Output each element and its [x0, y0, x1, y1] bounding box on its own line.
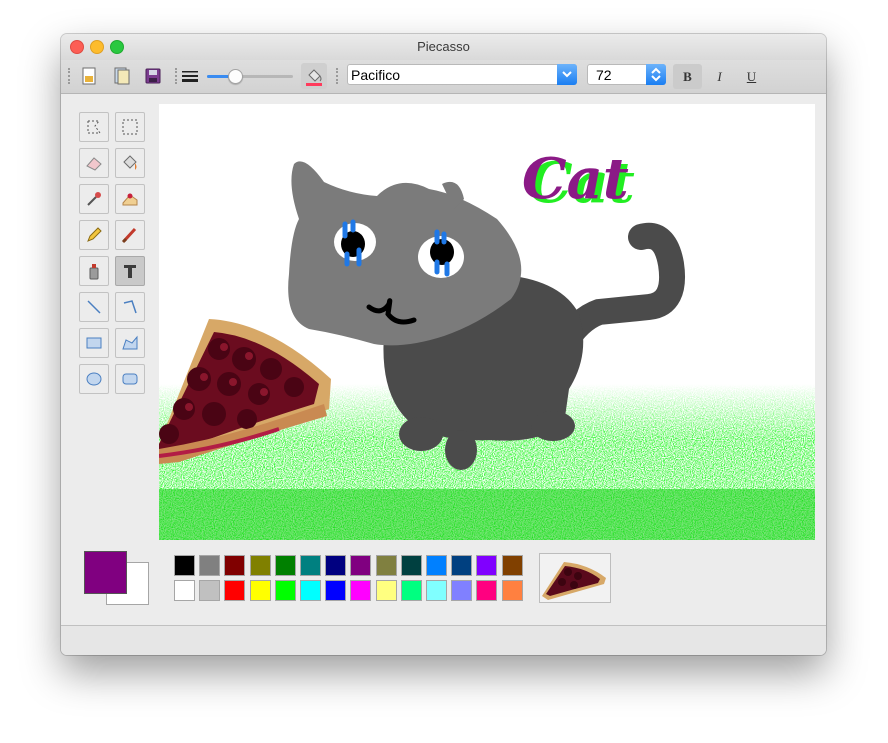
open-button[interactable]	[111, 65, 133, 87]
pencil-icon	[87, 227, 102, 242]
paint-bucket-icon	[123, 155, 137, 170]
font-size-stepper[interactable]	[646, 64, 666, 85]
save-button[interactable]	[142, 65, 164, 87]
cat-text: Cat	[522, 146, 629, 212]
text-tool[interactable]	[115, 256, 145, 286]
palette-swatch[interactable]	[300, 555, 321, 576]
brush-tool[interactable]	[115, 220, 145, 250]
palette-swatch[interactable]	[501, 555, 523, 576]
text-tool-icon	[124, 265, 136, 278]
rectangle-shape-icon	[86, 337, 102, 349]
font-family-dropdown[interactable]	[557, 64, 577, 85]
line-width-icon	[182, 71, 198, 82]
ellipse-shape-icon	[86, 372, 102, 386]
pencil-tool[interactable]	[79, 220, 109, 250]
eraser-tool[interactable]	[79, 148, 109, 178]
drawing-canvas[interactable]: Cat Cat	[159, 104, 815, 540]
palette-swatch[interactable]	[174, 580, 195, 601]
paintbrush-icon	[121, 227, 137, 244]
palette-swatch[interactable]	[199, 555, 221, 576]
palette-swatch[interactable]	[451, 555, 473, 576]
slider-knob[interactable]	[228, 69, 244, 84]
palette-swatch[interactable]	[300, 580, 321, 601]
font-size-field[interactable]: 72	[587, 64, 666, 85]
pie-stamp-icon	[122, 193, 138, 206]
open-file-icon	[114, 67, 130, 85]
rounded-rectangle-tool[interactable]	[115, 364, 145, 394]
palette-swatch[interactable]	[350, 580, 372, 601]
line-width-button[interactable]	[179, 65, 201, 87]
curve-tool[interactable]	[115, 292, 145, 322]
palette-swatch[interactable]	[375, 555, 397, 576]
line-tool[interactable]	[79, 292, 109, 322]
window-title: Piecasso	[417, 39, 470, 54]
palette-swatch[interactable]	[400, 580, 422, 601]
new-document-icon	[82, 67, 96, 85]
curve-icon	[123, 300, 137, 314]
toolbar-grip	[68, 68, 72, 84]
palette-swatch[interactable]	[325, 580, 347, 601]
lasso-select-icon	[87, 120, 101, 134]
rectangle-tool[interactable]	[79, 328, 109, 358]
free-select-tool[interactable]	[79, 112, 109, 142]
stamp-preview[interactable]	[539, 553, 611, 603]
palette-swatch[interactable]	[476, 580, 498, 601]
eyedropper-icon	[87, 192, 101, 206]
bold-button[interactable]: B	[673, 64, 702, 89]
main-area: Cat Cat	[61, 94, 826, 625]
palette-swatch[interactable]	[249, 555, 271, 576]
title-bar: Piecasso	[61, 34, 826, 60]
new-document-button[interactable]	[78, 65, 100, 87]
ellipse-tool[interactable]	[79, 364, 109, 394]
eraser-icon	[86, 157, 102, 171]
palette-swatch[interactable]	[476, 555, 498, 576]
palette-swatch[interactable]	[426, 580, 447, 601]
underline-button[interactable]: U	[737, 64, 766, 89]
palette-swatch[interactable]	[325, 555, 347, 576]
rounded-rectangle-icon	[122, 373, 138, 385]
canvas-drawing: Cat Cat	[159, 146, 815, 540]
polygon-tool[interactable]	[115, 328, 145, 358]
chevron-down-icon	[562, 71, 572, 78]
line-icon	[87, 300, 101, 314]
toolbar-grip	[336, 68, 340, 84]
status-bar	[61, 625, 826, 655]
brush-size-slider[interactable]	[207, 69, 293, 84]
palette-swatch[interactable]	[274, 555, 296, 576]
palette-swatch[interactable]	[451, 580, 473, 601]
toolbar: Pacifico 72 B I U	[61, 60, 826, 94]
font-family-select[interactable]: Pacifico	[347, 64, 577, 85]
palette-swatch[interactable]	[224, 555, 246, 576]
pie-stamp-preview-icon	[542, 562, 606, 600]
rectangle-select-tool[interactable]	[115, 112, 145, 142]
palette-swatch[interactable]	[501, 580, 523, 601]
stamp-tool[interactable]	[115, 184, 145, 214]
spray-can-icon	[89, 264, 99, 280]
primary-color-swatch[interactable]	[84, 551, 127, 594]
cat-text-art: Cat Cat	[522, 146, 635, 216]
font-size-value: 72	[596, 67, 612, 83]
palette-swatch[interactable]	[350, 555, 372, 576]
palette-swatch[interactable]	[199, 580, 221, 601]
polygon-shape-icon	[122, 335, 138, 350]
palette-swatch[interactable]	[224, 580, 246, 601]
save-disk-icon	[145, 68, 161, 84]
fill-tool[interactable]	[115, 148, 145, 178]
app-window: Piecasso Pacifico 72 B I U Cat Cat	[61, 34, 826, 655]
palette-swatch[interactable]	[249, 580, 271, 601]
stepper-arrows-icon	[651, 67, 661, 82]
color-picker-tool[interactable]	[79, 184, 109, 214]
rectangle-select-icon	[122, 119, 138, 135]
paint-bucket-icon	[306, 69, 322, 86]
fill-color-button[interactable]	[301, 63, 327, 89]
palette-swatch[interactable]	[274, 580, 296, 601]
palette-swatch[interactable]	[375, 580, 397, 601]
font-family-value: Pacifico	[351, 67, 401, 83]
airbrush-tool[interactable]	[79, 256, 109, 286]
palette-swatch[interactable]	[426, 555, 447, 576]
palette-swatch[interactable]	[174, 555, 195, 576]
italic-button[interactable]: I	[705, 64, 734, 89]
palette-swatch[interactable]	[400, 555, 422, 576]
